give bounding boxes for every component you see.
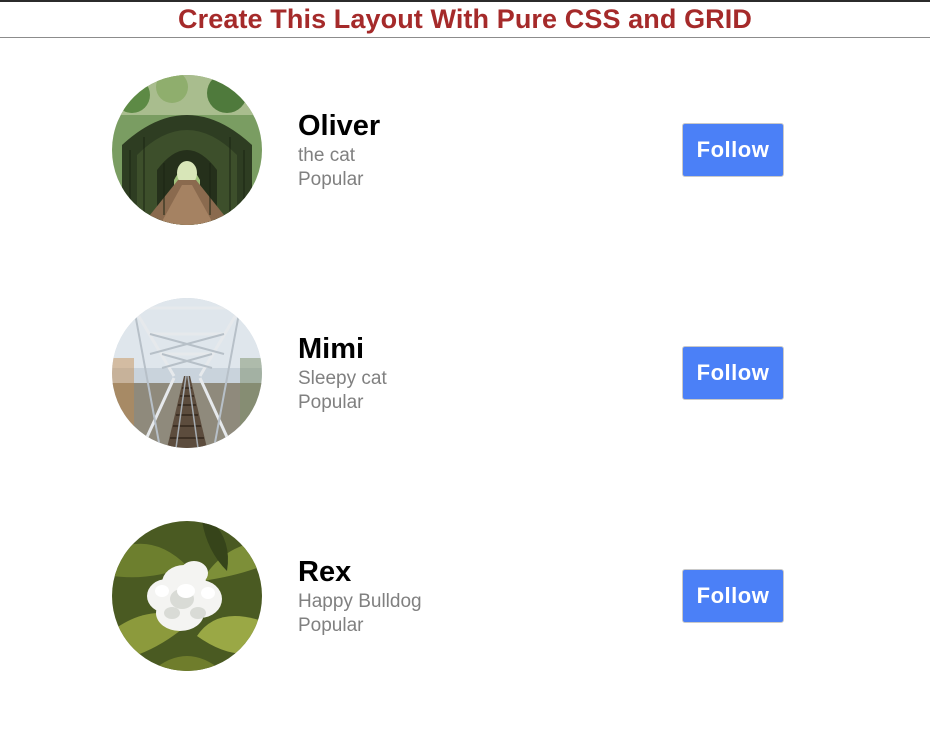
avatar-image-flower (112, 521, 262, 671)
page-title: Create This Layout With Pure CSS and GRI… (178, 4, 752, 34)
follow-button[interactable]: Follow (682, 123, 784, 177)
profile-info: Mimi Sleepy cat Popular (298, 331, 682, 415)
profile-tag: Popular (298, 615, 364, 636)
avatar-image-tunnel (112, 75, 262, 225)
profile-list: Oliver the cat Popular Follow Mimi Sleep… (112, 75, 792, 671)
profile-name: Rex (298, 556, 352, 588)
avatar-image-bridge (112, 298, 262, 448)
profile-name: Oliver (298, 110, 381, 142)
profile-card-mimi: Mimi Sleepy cat Popular Follow (112, 298, 792, 448)
profile-name: Mimi (298, 333, 365, 365)
follow-button[interactable]: Follow (682, 346, 784, 400)
profile-card-oliver: Oliver the cat Popular Follow (112, 75, 792, 225)
profile-description: Happy Bulldog (298, 591, 422, 612)
profile-description: the cat (298, 145, 356, 166)
profile-card-rex: Rex Happy Bulldog Popular Follow (112, 521, 792, 671)
avatar (112, 521, 262, 671)
profile-info: Rex Happy Bulldog Popular (298, 554, 682, 638)
avatar (112, 75, 262, 225)
profile-tag: Popular (298, 392, 364, 413)
profile-tag: Popular (298, 169, 364, 190)
page-header: Create This Layout With Pure CSS and GRI… (0, 2, 930, 38)
avatar (112, 298, 262, 448)
follow-button[interactable]: Follow (682, 569, 784, 623)
profile-info: Oliver the cat Popular (298, 108, 682, 192)
profile-description: Sleepy cat (298, 368, 387, 389)
